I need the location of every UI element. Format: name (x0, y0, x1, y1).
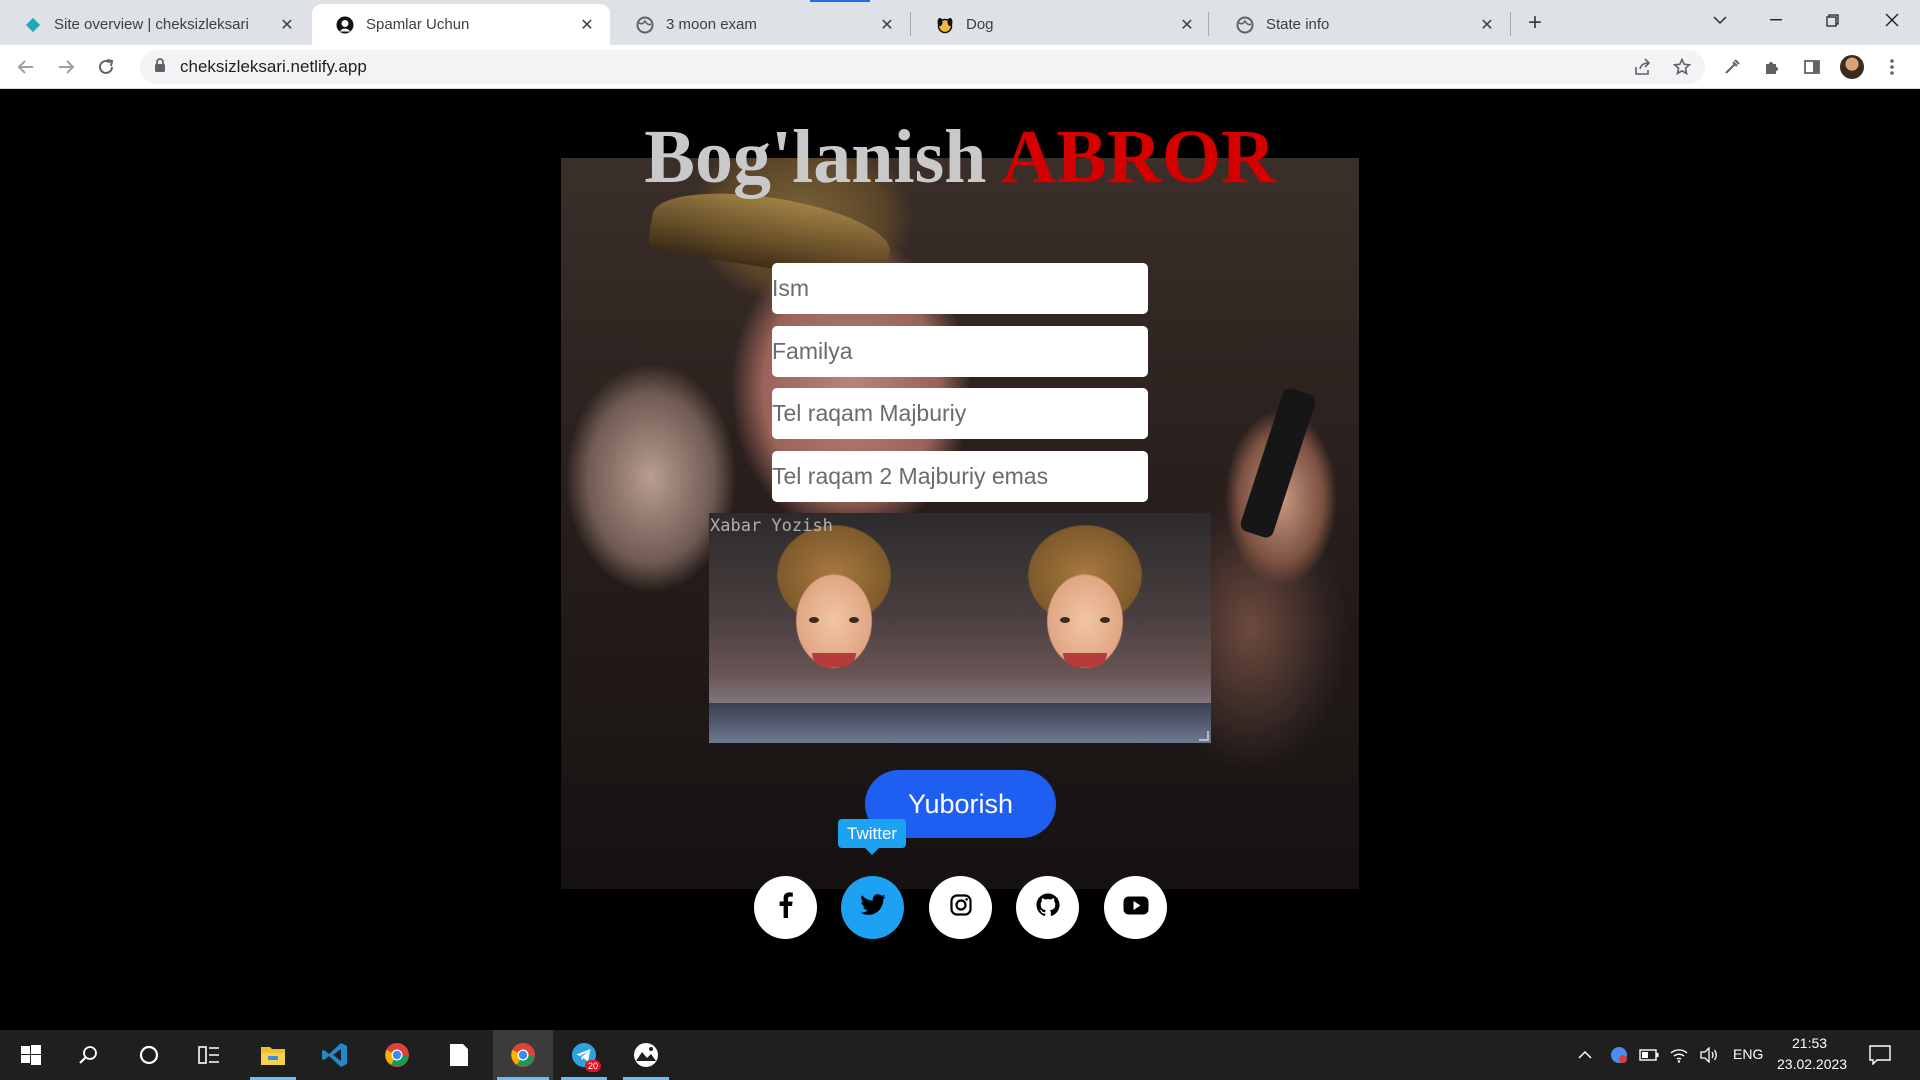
volume-icon[interactable] (1694, 1030, 1724, 1080)
telegram-icon[interactable]: 20 (557, 1030, 611, 1080)
extensions-puzzle-icon[interactable] (1756, 51, 1788, 83)
notepad-icon[interactable] (432, 1030, 486, 1080)
share-icon[interactable] (1626, 50, 1660, 84)
github-link[interactable] (1016, 876, 1079, 939)
back-arrow-icon[interactable] (10, 51, 42, 83)
phone2-input[interactable] (772, 451, 1148, 502)
tab-separator (910, 12, 911, 36)
pistol-shape (1238, 386, 1318, 540)
forward-arrow-icon[interactable] (50, 51, 82, 83)
close-tab-icon[interactable]: ✕ (1178, 16, 1196, 34)
file-explorer-icon[interactable] (246, 1030, 300, 1080)
tab-loading-indicator (810, 0, 870, 2)
tab-separator (1208, 12, 1209, 36)
menu-kebab-icon[interactable] (1876, 51, 1908, 83)
first-name-input[interactable] (772, 263, 1148, 314)
tray-overflow-chevron-icon[interactable] (1570, 1030, 1600, 1080)
tab-3-moon-exam[interactable]: 3 moon exam ✕ (612, 4, 910, 45)
browser-toolbar: cheksizleksari.netlify.app (0, 45, 1920, 89)
bookmark-star-icon[interactable] (1665, 50, 1699, 84)
chrome-tray-icon[interactable] (1604, 1030, 1634, 1080)
tab-spamlar-uchun[interactable]: Spamlar Uchun ✕ (312, 4, 610, 45)
close-window-button[interactable] (1864, 0, 1920, 40)
restore-button[interactable] (1804, 0, 1860, 40)
youtube-icon (1123, 896, 1149, 920)
tab-label: Site overview | cheksizleksari (54, 16, 249, 33)
clock-date[interactable]: 23.02.2023 (1777, 1056, 1847, 1072)
chrome-active-icon[interactable] (493, 1030, 553, 1080)
chrome-icon[interactable] (370, 1030, 424, 1080)
lock-icon[interactable] (154, 57, 166, 77)
github-icon (1036, 893, 1060, 922)
notification-center-icon[interactable] (1852, 1030, 1908, 1080)
close-tab-icon[interactable]: ✕ (278, 16, 296, 34)
twitter-icon (859, 894, 886, 921)
facebook-link[interactable] (754, 876, 817, 939)
youtube-link[interactable] (1104, 876, 1167, 939)
tab-label: Dog (966, 16, 994, 33)
vscode-icon[interactable] (308, 1030, 362, 1080)
tab-site-overview[interactable]: Site overview | cheksizleksari ✕ (0, 4, 310, 45)
battery-icon[interactable] (1634, 1030, 1664, 1080)
language-indicator[interactable]: ENG (1733, 1046, 1763, 1062)
address-bar[interactable]: cheksizleksari.netlify.app (140, 50, 1705, 84)
url-text: cheksizleksari.netlify.app (180, 57, 367, 76)
globe-icon (636, 16, 654, 34)
profile-avatar[interactable] (1836, 51, 1868, 83)
tab-label: Spamlar Uchun (366, 16, 470, 33)
textarea-resize-handle[interactable] (1199, 731, 1209, 741)
wifi-icon[interactable] (1664, 1030, 1694, 1080)
twitter-tooltip: Twitter (838, 819, 907, 855)
telegram-unread-badge: 20 (584, 1060, 601, 1072)
search-icon[interactable] (62, 1030, 116, 1080)
last-name-input[interactable] (772, 326, 1148, 377)
new-tab-button[interactable]: + (1520, 8, 1550, 38)
avatar-icon (1840, 55, 1864, 79)
cortana-icon[interactable] (122, 1030, 176, 1080)
reload-icon[interactable] (90, 51, 122, 83)
minimize-button[interactable] (1748, 0, 1804, 40)
tab-label: 3 moon exam (666, 16, 757, 33)
start-icon[interactable] (4, 1030, 58, 1080)
photos-icon[interactable] (619, 1030, 673, 1080)
facebook-icon (779, 892, 793, 923)
title-text: Bog'lanish (644, 115, 987, 199)
tab-state-info[interactable]: State info ✕ (1212, 4, 1510, 45)
windows-taskbar: 20 ENG 21:53 23.02.2023 (0, 1030, 1920, 1080)
close-tab-icon[interactable]: ✕ (878, 16, 896, 34)
side-panel-icon[interactable] (1796, 51, 1828, 83)
close-tab-icon[interactable]: ✕ (1478, 16, 1496, 34)
message-textarea[interactable] (709, 513, 1211, 743)
twitter-link[interactable] (841, 876, 904, 939)
clock-time[interactable]: 21:53 (1792, 1035, 1827, 1051)
tab-search-chevron-icon[interactable] (1692, 0, 1748, 40)
task-view-icon[interactable] (182, 1030, 236, 1080)
tab-dog[interactable]: Dog ✕ (912, 4, 1210, 45)
tab-separator (1510, 12, 1511, 36)
close-tab-icon[interactable]: ✕ (578, 16, 596, 34)
web-page: Bog'lanish ABROR Yuborish Twitter (0, 89, 1920, 1030)
page-title: Bog'lanish ABROR (0, 107, 1920, 207)
title-name: ABROR (1001, 115, 1276, 199)
tab-strip: Site overview | cheksizleksari ✕ Spamlar… (0, 0, 1920, 45)
phone-input[interactable] (772, 388, 1148, 439)
github-icon (336, 16, 354, 34)
netlify-icon (24, 16, 42, 34)
eyedropper-icon[interactable] (1716, 51, 1748, 83)
globe-icon (1236, 16, 1254, 34)
instagram-link[interactable] (929, 876, 992, 939)
dog-icon (936, 16, 954, 34)
instagram-icon (949, 894, 972, 921)
tab-label: State info (1266, 16, 1330, 33)
